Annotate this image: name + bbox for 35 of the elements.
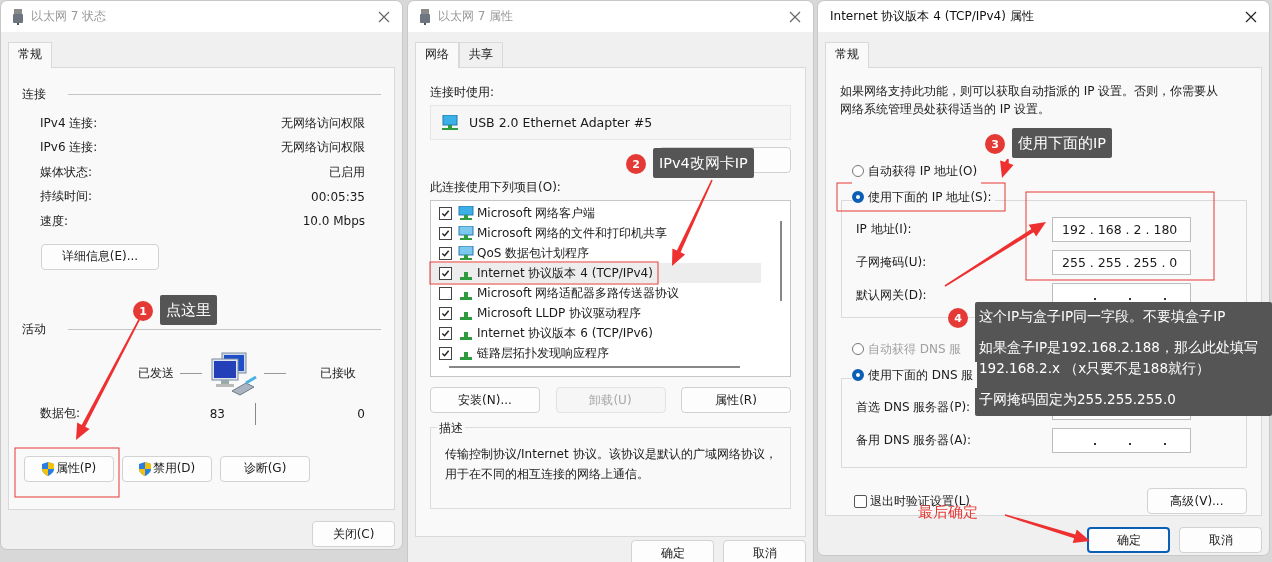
items-label: 此连接使用下列项目(O): xyxy=(430,179,561,196)
field-value: 已启用 xyxy=(329,163,365,181)
callout-tooltip: 使用下面的IP xyxy=(1012,128,1113,158)
callout-tooltip: IPv4改网卡IP xyxy=(653,148,754,178)
packets-received: 0 xyxy=(357,406,365,421)
description-text: 传输控制协议/Internet 协议。该协议是默认的广域网络协议，用于在不同的相互连接的网络上通信。 xyxy=(445,446,778,483)
field-label: IPv4 连接: xyxy=(40,114,98,132)
field-label: 备用 DNS 服务器(A): xyxy=(856,432,972,449)
section-heading: 连接 xyxy=(22,86,46,103)
sent-label: 已发送 xyxy=(138,365,174,382)
callout-tooltip: 点这里 xyxy=(160,295,217,325)
field-label: 子网掩码(U): xyxy=(856,254,927,271)
adapter-name: USB 2.0 Ethernet Adapter #5 xyxy=(469,115,653,130)
field-value: 10.0 Mbps xyxy=(302,214,365,229)
packets-label: 数据包: xyxy=(40,405,82,422)
field-value: 无网络访问权限 xyxy=(281,114,365,132)
field-label: 媒体状态: xyxy=(40,163,93,181)
section-heading: 活动 xyxy=(22,320,46,338)
callout-tooltip: 这个IP与盒子IP同一字段。不要填盒子IP 如果盒子IP是192.168.2.188，那么此处填写192.168.2.x （x只要不是188就行） 子网掩码固定为255.255.255.0 xyxy=(975,302,1272,416)
field-label: 首选 DNS 服务器(P): xyxy=(856,399,971,416)
field-value: 无网络访问权限 xyxy=(281,139,365,157)
field-label: IP 地址(I): xyxy=(856,221,912,238)
window-title: Internet 协议版本 4 (TCP/IPv4) 属性 xyxy=(830,8,1034,25)
window-title: 以太网 7 状态 xyxy=(31,8,107,25)
window-title: 以太网 7 属性 xyxy=(438,8,514,25)
group-title: 描述 xyxy=(437,420,465,437)
connect-using-label: 连接时使用: xyxy=(430,84,495,101)
field-label: 默认网关(D): xyxy=(856,287,927,304)
field-label: IPv6 连接: xyxy=(40,139,98,157)
received-label: 已接收 xyxy=(320,365,356,382)
field-value: 00:05:35 xyxy=(311,189,365,204)
field-label: 持续时间: xyxy=(40,188,93,206)
field-label: 速度: xyxy=(40,212,69,230)
intro-text: 如果网络支持此功能，则可以获取自动指派的 IP 设置。否则，你需要从网络系统管理员处获得适当的 IP 设置。 xyxy=(840,83,1220,118)
packets-sent: 83 xyxy=(208,406,225,421)
